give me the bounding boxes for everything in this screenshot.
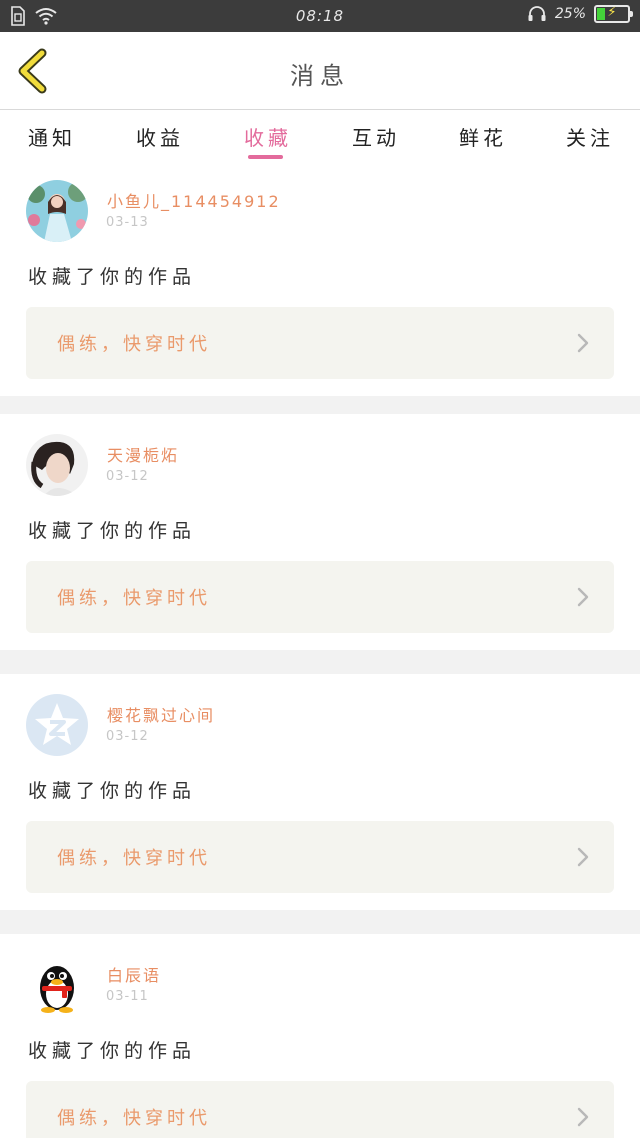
work-title: 偶练，快穿时代	[57, 1108, 211, 1129]
tab-notifications[interactable]: 通知	[28, 122, 76, 151]
timestamp: 03-12	[106, 729, 149, 744]
work-title: 偶练，快穿时代	[57, 588, 211, 609]
work-link[interactable]: 偶练，快穿时代	[26, 1081, 614, 1138]
chevron-right-icon	[577, 1107, 589, 1127]
girl-photo-avatar[interactable]	[26, 180, 88, 242]
list-item: 天漫栀炻 03-12 收藏了你的作品 偶练，快穿时代	[0, 414, 640, 650]
list-item: 小鱼儿_114454912 03-13 收藏了你的作品 偶练，快穿时代	[0, 160, 640, 396]
username[interactable]: 小鱼儿_114454912	[107, 188, 281, 212]
headset-icon	[528, 6, 546, 21]
qq-penguin-avatar[interactable]	[26, 954, 88, 1016]
work-link[interactable]: 偶练，快穿时代	[26, 561, 614, 633]
work-link[interactable]: 偶练，快穿时代	[26, 307, 614, 379]
chevron-right-icon	[577, 847, 589, 867]
message-tabs: 通知 收益 收藏 互动 鲜花 关注	[0, 110, 640, 160]
list-item: 白辰语 03-11 收藏了你的作品 偶练，快穿时代	[0, 934, 640, 1138]
portrait-photo-avatar[interactable]	[26, 434, 88, 496]
work-title: 偶练，快穿时代	[57, 848, 211, 869]
tab-earnings[interactable]: 收益	[136, 122, 184, 151]
battery-charging-icon: ⚡	[594, 5, 633, 23]
work-title: 偶练，快穿时代	[57, 334, 211, 355]
timestamp: 03-13	[106, 215, 149, 230]
work-link[interactable]: 偶练，快穿时代	[26, 821, 614, 893]
status-right: 25% ⚡	[527, 5, 633, 23]
nav-bar: 消息	[0, 32, 640, 110]
page-title: 消息	[290, 62, 350, 90]
username[interactable]: 白辰语	[107, 962, 161, 986]
status-bar: 08:18 25% ⚡	[0, 0, 640, 32]
active-tab-indicator	[248, 155, 283, 159]
chevron-right-icon	[577, 333, 589, 353]
timestamp: 03-11	[106, 989, 149, 1004]
tab-interactions[interactable]: 互动	[352, 122, 400, 151]
username[interactable]: 天漫栀炻	[107, 442, 179, 466]
timestamp: 03-12	[106, 469, 149, 484]
tab-flowers[interactable]: 鲜花	[459, 122, 507, 151]
battery-percent: 25%	[554, 6, 586, 22]
action-text: 收藏了你的作品	[28, 1040, 197, 1062]
tab-favorites[interactable]: 收藏	[244, 122, 292, 151]
tab-following[interactable]: 关注	[566, 122, 614, 151]
username[interactable]: 樱花飘过心间	[107, 702, 215, 726]
default-star-avatar[interactable]	[26, 694, 88, 756]
action-text: 收藏了你的作品	[28, 780, 197, 802]
action-text: 收藏了你的作品	[28, 520, 197, 542]
list-item: 樱花飘过心间 03-12 收藏了你的作品 偶练，快穿时代	[0, 674, 640, 910]
chevron-right-icon	[577, 587, 589, 607]
lightning-icon: ⚡	[607, 5, 617, 20]
action-text: 收藏了你的作品	[28, 266, 197, 288]
